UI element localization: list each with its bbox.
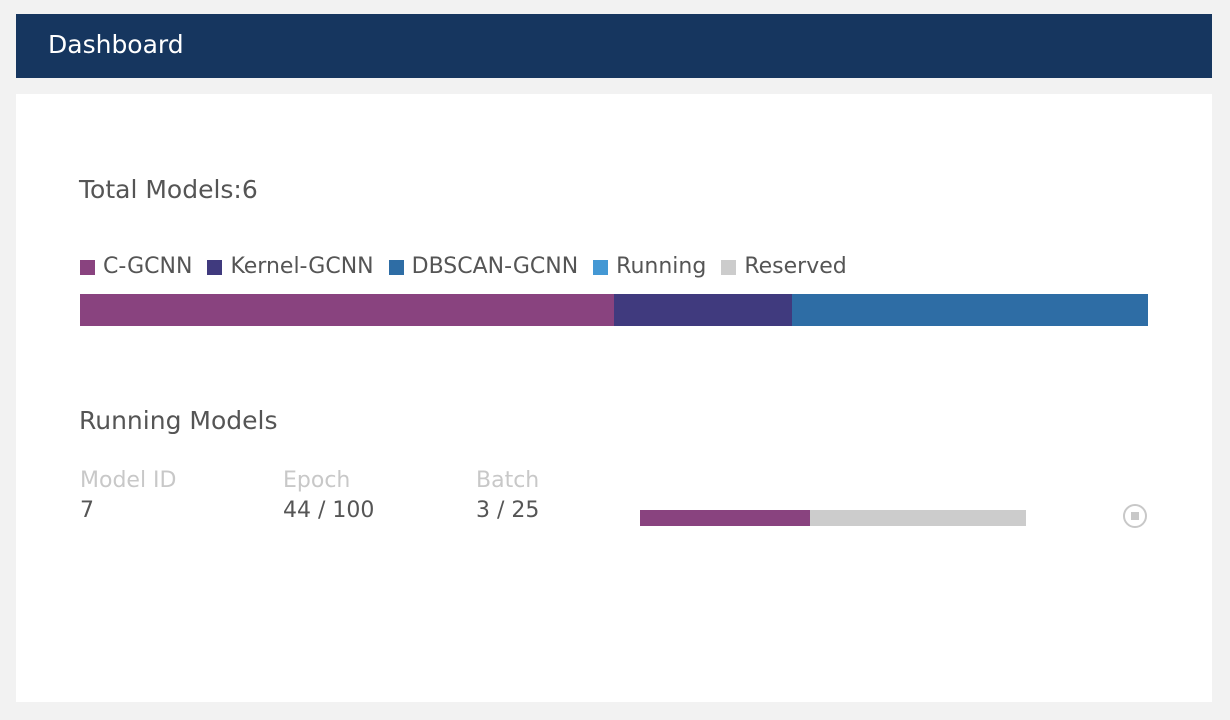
model-legend: C-GCNN Kernel-GCNN DBSCAN-GCNN Running Reser… xyxy=(80,252,862,282)
stop-circle-icon xyxy=(1123,504,1147,528)
model-id-header: Model ID xyxy=(80,468,177,493)
header-bar: Dashboard xyxy=(16,14,1212,78)
legend-swatch xyxy=(207,259,223,275)
model-id-column: Model ID 7 xyxy=(80,466,176,526)
legend-item-kernel-gcnn: Kernel-GCNN xyxy=(207,252,374,282)
legend-item-c-gcnn: C-GCNN xyxy=(80,252,192,282)
running-models-title: Running Models xyxy=(79,406,278,435)
batch-header: Batch xyxy=(476,468,540,493)
bar-segment-kernel-gcnn xyxy=(614,294,792,326)
legend-swatch xyxy=(593,259,609,275)
legend-label: Running xyxy=(616,254,707,279)
batch-value: 3 / 25 xyxy=(476,498,540,523)
bar-segment-c-gcnn xyxy=(80,294,614,326)
model-id-value: 7 xyxy=(80,498,94,523)
legend-item-running: Running xyxy=(593,252,706,282)
legend-label: Kernel-GCNN xyxy=(230,254,374,279)
bar-segment-dbscan-gcnn xyxy=(792,294,1148,326)
epoch-value: 44 / 100 xyxy=(283,498,375,523)
epoch-column: Epoch 44 / 100 xyxy=(283,466,374,526)
training-progress-fill xyxy=(640,510,810,526)
legend-label: C-GCNN xyxy=(103,254,193,279)
legend-swatch xyxy=(80,259,95,275)
batch-column: Batch 3 / 25 xyxy=(476,466,539,526)
total-models-label: Total Models:6 xyxy=(79,175,258,204)
dashboard-card: Total Models:6 C-GCNN Kernel-GCNN DBSCAN-G… xyxy=(16,94,1212,702)
stop-model-button[interactable] xyxy=(1122,503,1148,529)
legend-label: Reserved xyxy=(744,254,847,279)
model-distribution-bar xyxy=(80,294,1148,326)
legend-item-dbscan-gcnn: DBSCAN-GCNN xyxy=(388,252,579,282)
training-progress-bar xyxy=(640,510,1026,526)
legend-swatch xyxy=(388,259,404,275)
page-title: Dashboard xyxy=(48,30,184,59)
legend-item-reserved: Reserved xyxy=(721,252,847,282)
epoch-header: Epoch xyxy=(283,468,351,493)
legend-swatch xyxy=(721,259,737,275)
legend-label: DBSCAN-GCNN xyxy=(411,254,579,279)
